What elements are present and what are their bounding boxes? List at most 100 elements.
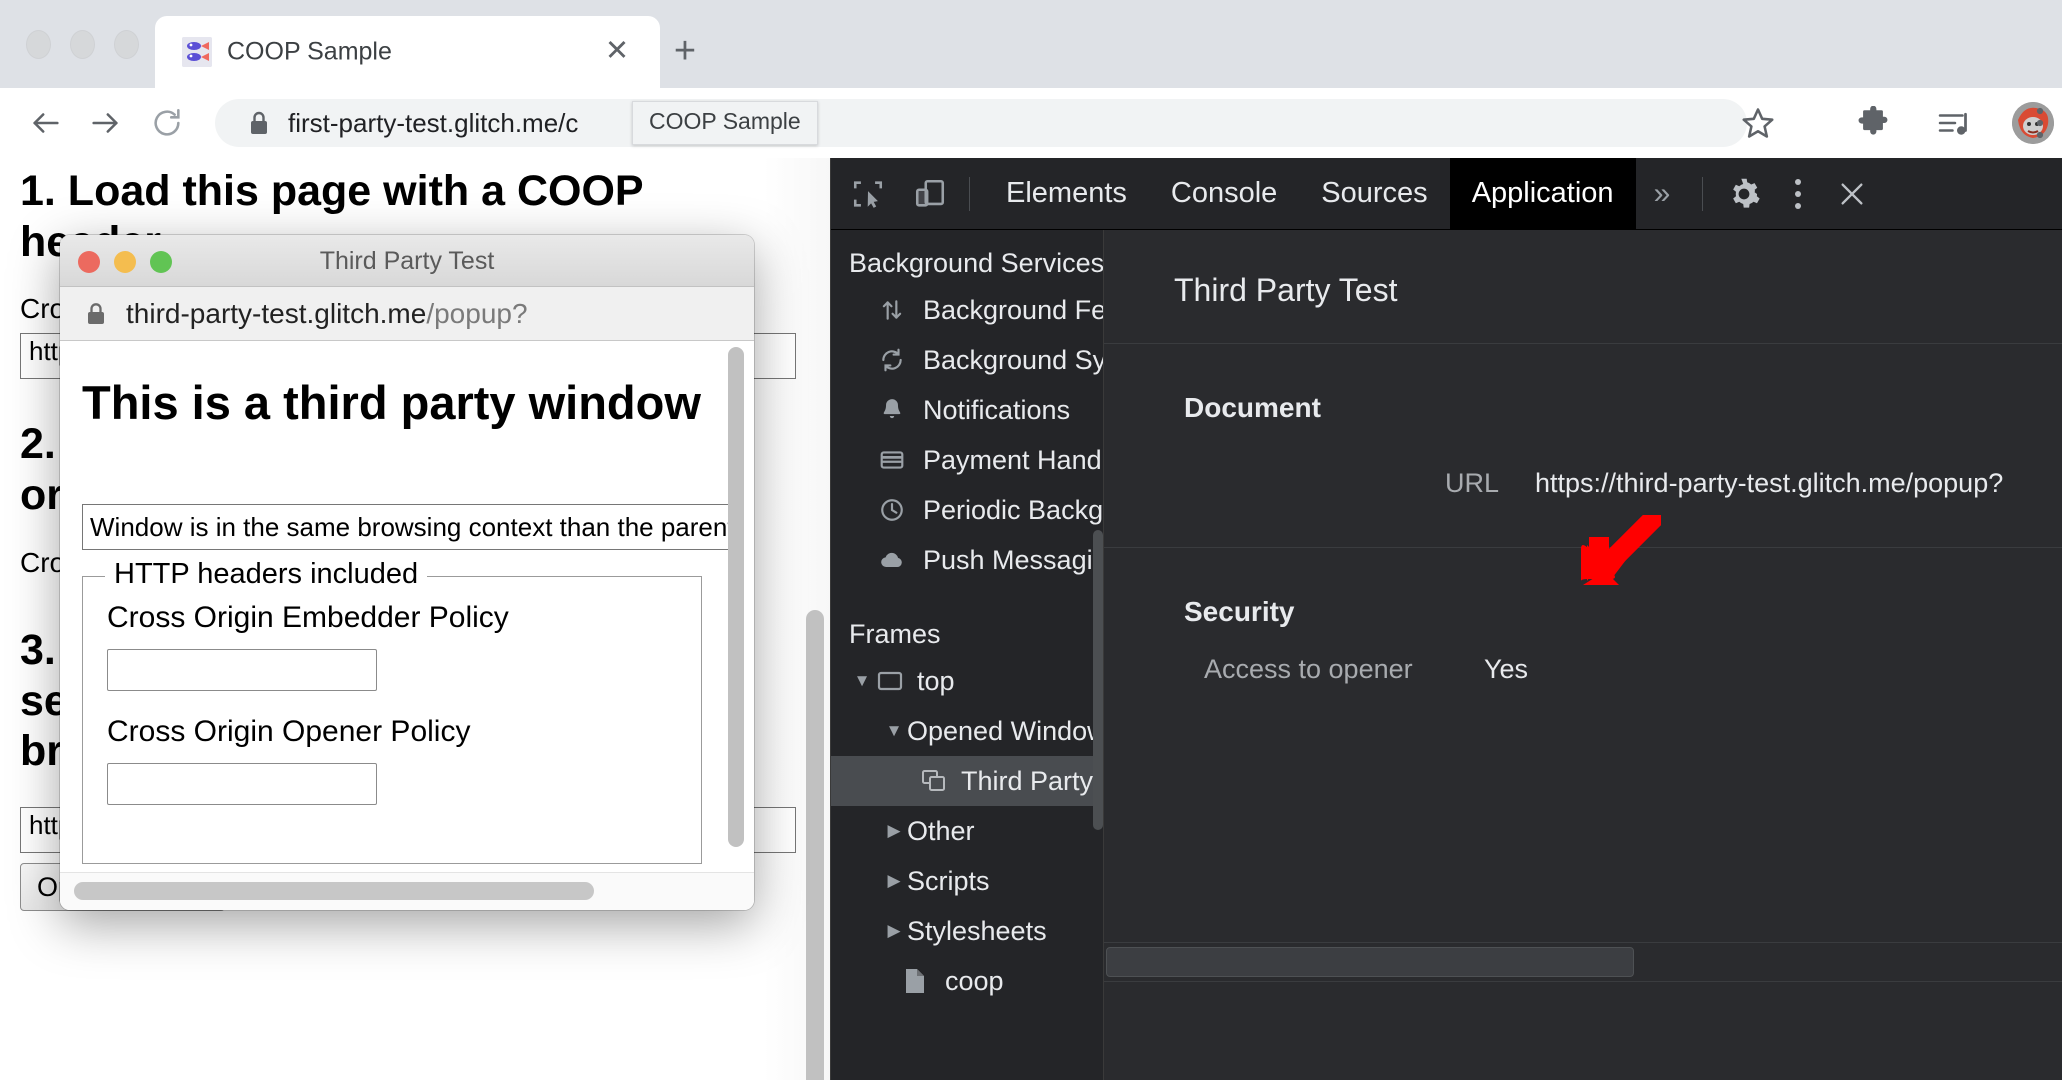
- media-control-icon[interactable]: [1937, 105, 1973, 141]
- popup-window-title: Third Party Test: [319, 247, 495, 275]
- address-bar-url: first-party-test.glitch.me/c: [288, 107, 579, 138]
- sidebar-item-label: Payment Handler: [923, 444, 1103, 475]
- chevron-right-icon[interactable]: ▶: [881, 921, 907, 941]
- popup-url-path: /popup?: [426, 297, 528, 329]
- browser-tab-strip: COOP Sample ✕ +: [0, 0, 2062, 88]
- sidebar-item-background-sync[interactable]: Background Sync: [831, 335, 1103, 385]
- inspect-element-icon[interactable]: [843, 169, 893, 219]
- access-to-opener-key: Access to opener: [1204, 654, 1413, 684]
- document-section-header: Document: [1184, 392, 1321, 423]
- frames-tree-coop[interactable]: coop: [831, 956, 1103, 1006]
- gear-icon[interactable]: [1717, 167, 1771, 221]
- frames-tree-other[interactable]: ▶ Other: [831, 806, 1103, 856]
- popup-vertical-scrollbar[interactable]: [728, 347, 744, 847]
- coep-label: Cross Origin Embedder Policy: [107, 601, 509, 634]
- frames-tree-opened-windows[interactable]: ▼ Opened Windows: [831, 706, 1103, 756]
- popup-url-host: third-party-test.glitch.me: [126, 297, 427, 329]
- page-vertical-scrollbar[interactable]: [806, 168, 824, 1080]
- arrow-left-icon[interactable]: [26, 103, 66, 143]
- fish-favicon: [182, 37, 212, 67]
- reload-icon[interactable]: [147, 103, 187, 143]
- device-toolbar-icon[interactable]: [905, 169, 955, 219]
- sidebar-item-periodic-background-sync[interactable]: Periodic Background Sync: [831, 485, 1103, 535]
- sidebar-item-label: Push Messaging: [923, 544, 1103, 575]
- frames-tree-third-party-test[interactable]: Third Party Test: [831, 756, 1103, 806]
- devtools-sidebar: Background Services Background Fetch: [831, 230, 1103, 1080]
- coop-input[interactable]: [107, 763, 377, 805]
- chevron-right-icon[interactable]: ▶: [881, 871, 907, 891]
- frame-icon: [875, 666, 905, 696]
- access-to-opener-value: Yes: [1484, 654, 1529, 684]
- close-icon[interactable]: [1825, 167, 1879, 221]
- popup-address-bar[interactable]: third-party-test.glitch.me/popup?: [60, 287, 754, 341]
- devtools-panel: Elements Console Sources Application » B…: [830, 157, 2062, 1080]
- page-heading-1: 1. Load this page with a COOP: [20, 167, 644, 215]
- star-icon[interactable]: [1740, 105, 1776, 141]
- popup-url-text: third-party-test.glitch.me/popup?: [126, 298, 528, 330]
- frames-tree-label: Stylesheets: [907, 915, 1047, 946]
- red-arrow-down-left-icon: [1575, 507, 1665, 591]
- tab-sources[interactable]: Sources: [1299, 158, 1449, 230]
- browser-tab[interactable]: COOP Sample ✕: [155, 16, 660, 88]
- detail-title: Third Party Test: [1174, 272, 1398, 308]
- lock-icon: [86, 302, 106, 326]
- frames-tree-label: Scripts: [907, 865, 990, 896]
- browser-toolbar: first-party-test.glitch.me/c: [0, 88, 2062, 158]
- bell-icon: [877, 395, 907, 425]
- clock-icon: [877, 495, 907, 525]
- window-close-button[interactable]: [26, 30, 51, 59]
- toolbar-divider: [969, 176, 970, 211]
- window-maximize-button[interactable]: [114, 30, 139, 59]
- detail-horizontal-scrollbar[interactable]: [1104, 942, 2062, 982]
- file-icon: [901, 966, 929, 996]
- sidebar-vertical-scrollbar[interactable]: [1093, 230, 1103, 1080]
- window-icon: [919, 766, 949, 796]
- frames-tree-label: Other: [907, 815, 975, 846]
- sidebar-item-payment-handler[interactable]: Payment Handler: [831, 435, 1103, 485]
- sidebar-item-push-messaging[interactable]: Push Messaging: [831, 535, 1103, 585]
- frames-tree-top[interactable]: ▼ top: [831, 656, 1103, 706]
- sidebar-item-notifications[interactable]: Notifications: [831, 385, 1103, 435]
- plus-icon[interactable]: +: [668, 32, 702, 70]
- popup-status-field[interactable]: Window is in the same browsing context t…: [82, 504, 742, 550]
- popup-heading: This is a third party window: [82, 376, 701, 429]
- window-minimize-button[interactable]: [70, 30, 95, 59]
- sidebar-item-background-fetch[interactable]: Background Fetch: [831, 285, 1103, 335]
- close-icon[interactable]: ✕: [602, 37, 632, 67]
- tab-console[interactable]: Console: [1149, 158, 1299, 230]
- popup-body: This is a third party window Window is i…: [60, 341, 754, 910]
- arrow-right-icon[interactable]: [85, 103, 125, 143]
- popup-horizontal-scrollbar[interactable]: [60, 872, 754, 910]
- sidebar-item-label: Background Sync: [923, 344, 1103, 375]
- chevron-down-icon[interactable]: ▼: [881, 721, 907, 741]
- kebab-menu-icon[interactable]: [2022, 105, 2058, 141]
- toolbar-divider-2: [1702, 176, 1704, 211]
- tab-elements[interactable]: Elements: [984, 158, 1149, 230]
- credit-card-icon: [877, 445, 907, 475]
- third-party-popup-window[interactable]: Third Party Test third-party-test.glitch…: [60, 235, 754, 910]
- popup-titlebar[interactable]: Third Party Test: [60, 235, 754, 287]
- tab-application[interactable]: Application: [1449, 157, 1636, 230]
- frames-tree-label: Opened Windows: [907, 715, 1103, 746]
- http-headers-fieldset: HTTP headers included Cross Origin Embed…: [82, 558, 702, 864]
- coep-input[interactable]: [107, 649, 377, 691]
- more-tabs-icon[interactable]: »: [1636, 158, 1689, 230]
- url-key: URL: [1444, 468, 1499, 498]
- background-services-header: Background Services: [849, 248, 1103, 278]
- puzzle-icon[interactable]: [1855, 105, 1891, 141]
- address-bar[interactable]: first-party-test.glitch.me/c: [215, 99, 1747, 147]
- devtools-tabbar: Elements Console Sources Application »: [831, 157, 2062, 230]
- chevron-down-icon[interactable]: ▼: [849, 671, 875, 691]
- frames-tree-label: top: [917, 665, 955, 696]
- coop-label: Cross Origin Opener Policy: [107, 715, 471, 748]
- sync-icon: [877, 345, 907, 375]
- window-traffic-lights[interactable]: [26, 30, 139, 59]
- sidebar-item-label: Notifications: [923, 394, 1071, 425]
- frames-tree-scripts[interactable]: ▶ Scripts: [831, 856, 1103, 906]
- kebab-menu-icon[interactable]: [1771, 167, 1825, 221]
- url-value[interactable]: https://third-party-test.glitch.me/popup…: [1535, 468, 2003, 499]
- frames-tree-stylesheets[interactable]: ▶ Stylesheets: [831, 906, 1103, 956]
- fieldset-legend: HTTP headers included: [105, 558, 428, 591]
- tab-tooltip: COOP Sample: [632, 101, 818, 145]
- chevron-right-icon[interactable]: ▶: [881, 821, 907, 841]
